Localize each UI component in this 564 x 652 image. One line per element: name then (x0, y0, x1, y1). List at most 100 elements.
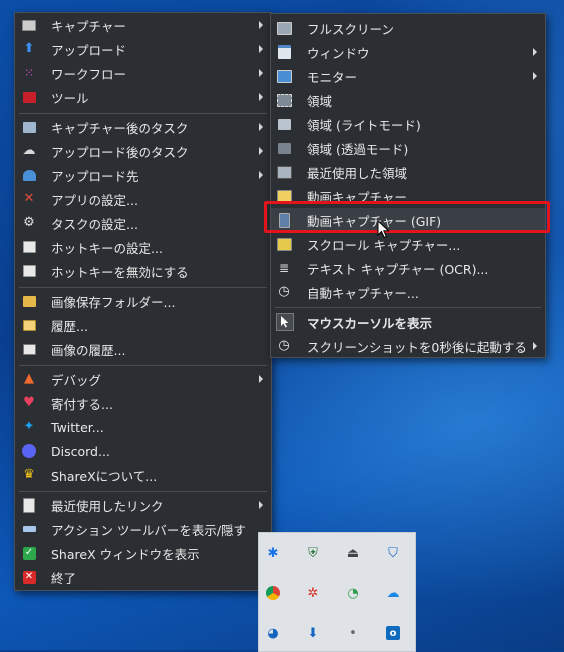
menu-separator (19, 365, 267, 366)
menu-item-toggle-toolbar[interactable]: アクション ツールバーを表示/隠す (15, 517, 271, 541)
menu-item-capture[interactable]: キャプチャー (15, 13, 271, 37)
submenu-item-screenshot-delay[interactable]: ◷ スクリーンショットを0秒後に起動する (271, 334, 545, 358)
submenu-item-ocr[interactable]: ≣ テキスト キャプチャー (OCR)... (271, 256, 545, 280)
red-highlight-annotation (264, 201, 550, 233)
menu-item-upload-destination[interactable]: アップロード先 (15, 163, 271, 187)
history-icon (21, 317, 37, 333)
chevron-right-icon (259, 501, 263, 509)
submenu-item-scrolling-capture[interactable]: スクロール キャプチャー... (271, 232, 545, 256)
menu-separator (275, 307, 541, 308)
menu-item-debug[interactable]: ▲ デバッグ (15, 367, 271, 391)
chevron-right-icon (533, 72, 537, 80)
region-transparent-icon (276, 140, 292, 156)
submenu-item-window[interactable]: ウィンドウ (271, 40, 545, 64)
outlook-icon[interactable]: o (385, 625, 401, 641)
menu-item-about[interactable]: ♛ ShareXについて... (15, 463, 271, 487)
chevron-right-icon (259, 171, 263, 179)
capture-submenu: フルスクリーン ウィンドウ モニター 領域 領域 (ライトモード) 領域 (透過… (270, 13, 546, 358)
submenu-item-fullscreen[interactable]: フルスクリーン (271, 16, 545, 40)
menu-item-screenshots-folder[interactable]: 画像保存フォルダー... (15, 289, 271, 313)
sync-icon[interactable]: ◔ (345, 585, 361, 601)
capture-icon (21, 17, 37, 33)
menu-item-show-window[interactable]: ✓ ShareX ウィンドウを表示 (15, 541, 271, 565)
menu-item-discord[interactable]: Discord... (15, 439, 271, 463)
window-icon (276, 44, 292, 60)
submenu-item-last-region[interactable]: 最近使用した領域 (271, 160, 545, 184)
menu-item-exit[interactable]: ✕ 終了 (15, 565, 271, 589)
upload-destination-icon (21, 167, 37, 183)
menu-item-tools[interactable]: ツール (15, 85, 271, 109)
system-tray-overflow: ✱ ⛨ ⏏ ⛉ ✲ ◔ ☁ ◕ ⬇ • o (258, 532, 416, 652)
bug-cone-icon: ▲ (24, 371, 34, 386)
check-icon: ✓ (21, 545, 37, 561)
submenu-item-show-cursor[interactable]: マウスカーソルを表示 (271, 310, 545, 334)
toolbox-icon (21, 89, 37, 105)
submenu-item-monitor[interactable]: モニター (271, 64, 545, 88)
onedrive-icon[interactable]: ☁ (385, 585, 401, 601)
mouse-pointer-icon (377, 220, 390, 239)
fullscreen-icon (276, 20, 292, 36)
menu-item-after-capture-tasks[interactable]: キャプチャー後のタスク (15, 115, 271, 139)
menu-item-disable-hotkeys[interactable]: ホットキーを無効にする (15, 259, 271, 283)
network-globe-icon[interactable]: ◕ (265, 625, 281, 641)
gear-icon: ⚙ (23, 215, 35, 230)
chevron-right-icon (259, 93, 263, 101)
menu-item-twitter[interactable]: ✦ Twitter... (15, 415, 271, 439)
submenu-item-region[interactable]: 領域 (271, 88, 545, 112)
chevron-right-icon (259, 123, 263, 131)
chevron-right-icon (259, 147, 263, 155)
keyboard-disable-icon (21, 263, 37, 279)
toolbar-icon (21, 521, 37, 537)
chevron-right-icon (259, 21, 263, 29)
menu-item-hotkey-settings[interactable]: ホットキーの設定... (15, 235, 271, 259)
menu-item-app-settings[interactable]: ✕ アプリの設定... (15, 187, 271, 211)
download-icon[interactable]: ⬇ (305, 625, 321, 641)
image-history-icon (21, 341, 37, 357)
submenu-item-region-light[interactable]: 領域 (ライトモード) (271, 112, 545, 136)
clock-icon: ◷ (278, 284, 290, 299)
cursor-icon (276, 313, 294, 331)
security-shield-icon[interactable]: ⛨ (305, 545, 321, 561)
chevron-right-icon (533, 48, 537, 56)
menu-item-workflow[interactable]: ⁙ ワークフロー (15, 61, 271, 85)
menu-item-image-history[interactable]: 画像の履歴... (15, 337, 271, 361)
region-icon (276, 92, 292, 108)
scroll-capture-icon (276, 236, 292, 252)
monitor-icon (276, 68, 292, 84)
menu-separator (19, 491, 267, 492)
menu-item-recent-links[interactable]: 最近使用したリンク (15, 493, 271, 517)
defender-shield-icon[interactable]: ⛉ (385, 545, 401, 561)
upload-arrow-icon: ⬆ (23, 41, 35, 56)
menu-item-task-settings[interactable]: ⚙ タスクの設定... (15, 211, 271, 235)
menu-item-after-upload-tasks[interactable]: ☁ アップロード後のタスク (15, 139, 271, 163)
wrench-icon: ✕ (23, 191, 35, 206)
chevron-right-icon (533, 342, 537, 350)
ocr-icon: ≣ (278, 261, 290, 275)
workflow-grid-icon: ⁙ (23, 66, 35, 80)
crown-icon: ♛ (23, 467, 35, 482)
clipboard-icon (21, 497, 37, 513)
submenu-item-region-transparent[interactable]: 領域 (透過モード) (271, 136, 545, 160)
menu-separator (19, 113, 267, 114)
twitter-icon: ✦ (23, 419, 35, 434)
chevron-right-icon (259, 375, 263, 383)
chrome-icon[interactable] (265, 585, 281, 601)
menu-item-history[interactable]: 履歴... (15, 313, 271, 337)
usb-eject-icon[interactable]: ⏏ (345, 545, 361, 561)
heart-icon: ♥ (23, 395, 35, 410)
speaker-icon[interactable]: • (345, 625, 361, 641)
chevron-right-icon (259, 69, 263, 77)
last-region-icon (276, 164, 292, 180)
folder-icon (21, 293, 37, 309)
menu-item-upload[interactable]: ⬆ アップロード (15, 37, 271, 61)
region-light-icon (276, 116, 292, 132)
discord-icon (21, 443, 37, 459)
chevron-right-icon (259, 45, 263, 53)
after-capture-icon (21, 119, 37, 135)
bluetooth-icon[interactable]: ✱ (265, 545, 281, 561)
menu-item-donate[interactable]: ♥ 寄付する... (15, 391, 271, 415)
sharex-tray-icon[interactable]: ✲ (305, 585, 321, 601)
menu-separator (19, 287, 267, 288)
submenu-item-auto-capture[interactable]: ◷ 自動キャプチャー... (271, 280, 545, 304)
exit-icon: ✕ (21, 569, 37, 585)
